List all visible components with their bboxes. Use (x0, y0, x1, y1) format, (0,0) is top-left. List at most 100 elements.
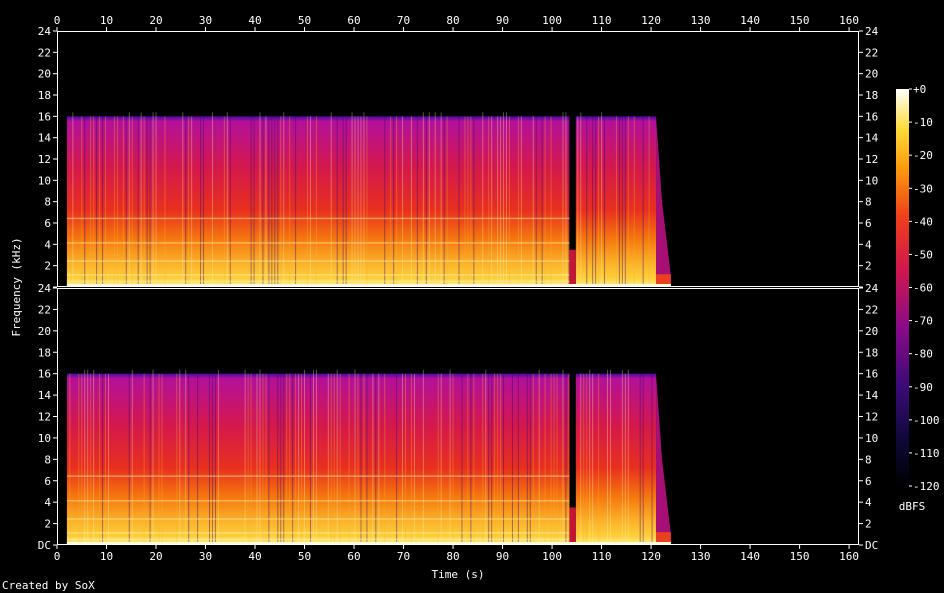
transient-streak (621, 369, 623, 541)
y-tick-label-left: 14 (38, 132, 52, 145)
colorbar-tick-label: -50 (913, 248, 933, 261)
x-axis-bottom: 0 10 20 30 40 50 60 70 80 90 100 110 120 130 140 150 160 (54, 545, 859, 563)
y-tick-label-left: 20 (38, 68, 51, 81)
transient-streak (595, 116, 597, 287)
colorbar-tick-label: -90 (913, 381, 933, 394)
tonal-band (66, 217, 570, 220)
transient-streak (627, 116, 629, 287)
transient-streak (485, 369, 487, 541)
transient-streak (259, 112, 261, 283)
transient-streak (84, 369, 86, 541)
transient-streak (633, 116, 635, 287)
transient-streak (315, 369, 317, 541)
transient-streak (562, 112, 564, 283)
x-tick-label-bottom: 150 (790, 550, 810, 563)
colorbar-tick-label: -40 (913, 215, 933, 228)
x-tick-label-top: 120 (641, 14, 661, 27)
tonal-band (66, 532, 570, 534)
y-tick-label-left: 4 (44, 238, 51, 251)
y-tick-label-left: 12 (38, 153, 51, 166)
y-tick-label-right: 18 (865, 89, 878, 102)
transient-streak (244, 369, 246, 541)
transient-streak (639, 373, 641, 545)
transient-streak (128, 112, 130, 283)
y-tick-label-right: 6 (865, 475, 872, 488)
colorbar-tick-label: +0 (913, 83, 926, 96)
y-tick-label-right: 20 (865, 325, 878, 338)
x-tick-label-bottom: 50 (298, 550, 311, 563)
transient-streak (618, 116, 620, 287)
transient-streak (503, 112, 505, 283)
colorbar-tick-label: -60 (913, 282, 933, 295)
x-tick-label-top: 10 (100, 14, 113, 27)
transient-streak (304, 369, 306, 541)
y-tick-label-left: 18 (38, 346, 51, 359)
x-tick-label-top: 0 (54, 14, 61, 27)
transient-streak (598, 116, 600, 287)
energy-block-after-gap (575, 373, 657, 545)
transient-streak (185, 369, 187, 541)
colorbar-tick-label: -120 (913, 480, 940, 493)
transient-streak (598, 373, 600, 545)
y-tick-label-right: 2 (865, 260, 872, 273)
tonal-band (66, 500, 570, 502)
y-tick-label-right: 10 (865, 432, 878, 445)
transient-streak (440, 112, 442, 283)
y-tick-label-left: 20 (38, 325, 51, 338)
y-tick-label-right: 20 (865, 68, 878, 81)
x-tick-label-bottom: 30 (199, 550, 212, 563)
transient-streak (627, 369, 629, 541)
transient-streak (607, 369, 609, 541)
transient-streak (604, 116, 606, 287)
transient-streak (259, 369, 261, 541)
transient-streak (648, 116, 650, 287)
x-axis-label: Time (s) (432, 568, 485, 581)
y-axis-label: Frequency (kHz) (10, 237, 23, 336)
transient-streak (651, 373, 653, 545)
y-tick-label-left: 24 (38, 25, 52, 38)
transient-streak (565, 112, 567, 283)
transient-streak (615, 116, 617, 287)
transient-streak (583, 373, 585, 545)
y-tick-label-left: 10 (38, 174, 51, 187)
colorbar-tick-label: -20 (913, 149, 933, 162)
transient-streak (624, 373, 626, 545)
transient-streak (93, 369, 95, 541)
x-tick-label-top: 50 (298, 14, 311, 27)
transient-streak (152, 369, 154, 541)
transient-streak (211, 112, 213, 283)
tonal-band (66, 260, 570, 262)
colorbar-tick-label: -80 (913, 348, 933, 361)
transient-streak (538, 369, 540, 541)
y-tick-label-right: 14 (865, 389, 879, 402)
transient-streak (580, 112, 582, 283)
transient-streak (592, 116, 594, 287)
transient-streak (592, 373, 594, 545)
transient-streak (226, 112, 228, 283)
y-tick-label-right: 24 (865, 25, 879, 38)
colorbar-label: dBFS (899, 500, 926, 513)
transient-streak (155, 112, 157, 283)
y-tick-label-left: 10 (38, 432, 51, 445)
x-tick-label-top: 40 (248, 14, 261, 27)
y-tick-label-right: DC (865, 539, 878, 552)
colorbar: +0 -10 -20 -30 -40 -50 -60 -70 -80 -90 -100 -110 -12… (896, 83, 940, 493)
y-tick-label-right: 12 (865, 411, 878, 424)
transient-streak (330, 112, 332, 283)
y-tick-label-right: 8 (865, 453, 872, 466)
x-tick-label-bottom: 70 (397, 550, 410, 563)
y-tick-label-left: 14 (38, 389, 52, 402)
transient-streak (422, 369, 424, 541)
tonal-band (66, 274, 570, 276)
x-tick-label-bottom: 130 (691, 550, 711, 563)
transient-streak (624, 116, 626, 287)
channel-1-panel (57, 31, 859, 287)
gap-low-energy (569, 507, 576, 545)
x-tick-label-bottom: 160 (839, 550, 859, 563)
y-tick-label-left: 8 (44, 453, 51, 466)
y-tick-label-right: 8 (865, 196, 872, 209)
transient-streak (428, 112, 430, 283)
y-tick-label-right: 22 (865, 46, 878, 59)
colorbar-tick-label: -100 (913, 414, 940, 427)
transient-streak (422, 112, 424, 283)
